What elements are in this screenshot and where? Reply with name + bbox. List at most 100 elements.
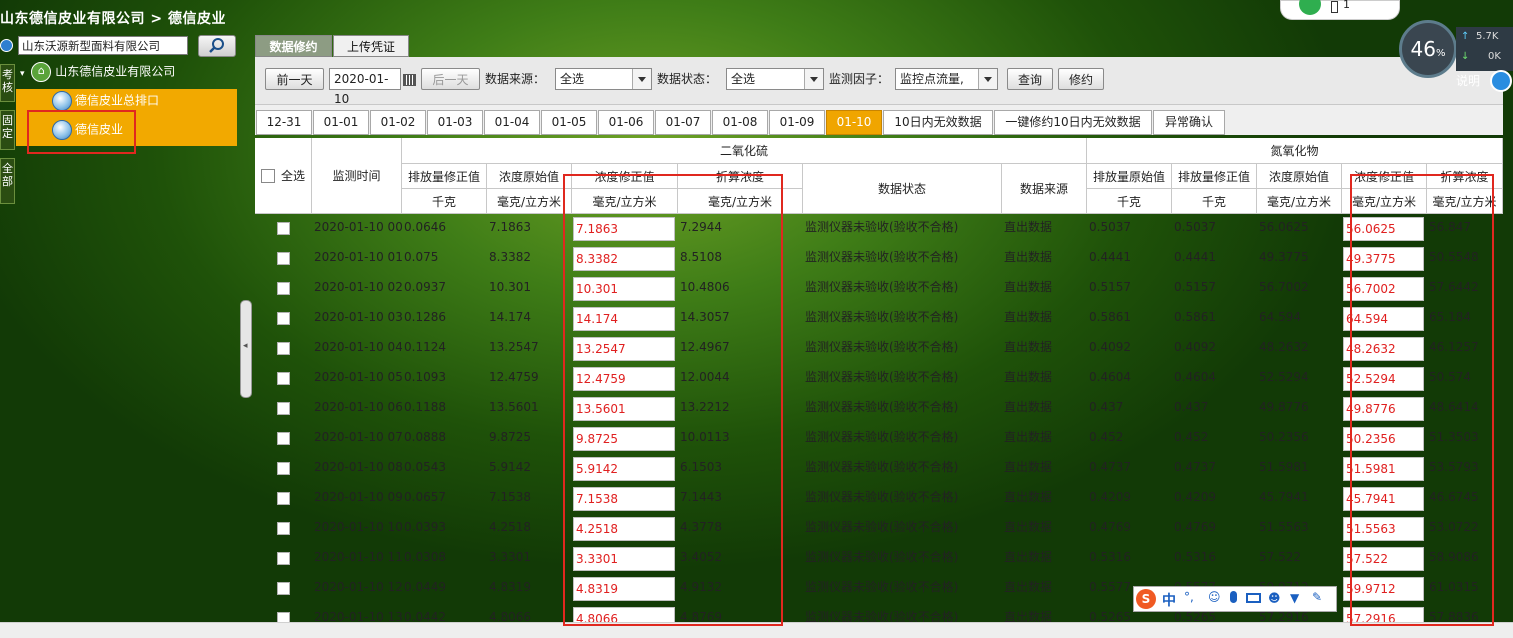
col-time: 监测时间 (312, 138, 402, 214)
table-row[interactable]: 2020-01-10 03 0.1286 14.174 14.174 14.3057 监测… (255, 304, 1503, 334)
source-select[interactable]: 全选 (555, 68, 652, 90)
select-all-cell[interactable]: 全选 (255, 138, 312, 214)
date-button[interactable]: 01-04 (484, 110, 540, 135)
upload-arrow-icon: ↑ (1461, 31, 1470, 42)
conc-raw-cell: 4.8066 (489, 610, 531, 622)
conc-raw-cell: 12.4759 (489, 370, 539, 384)
date-button[interactable]: 01-03 (427, 110, 483, 135)
date-button[interactable]: 01-09 (769, 110, 825, 135)
emoji-icon[interactable]: ☺ (1208, 590, 1221, 604)
collapse-icon[interactable]: ▾ (20, 69, 25, 79)
table-row[interactable]: 2020-01-10 08 0.0543 5.9142 5.9142 6.1503 监测仪… (255, 454, 1503, 484)
tab-upload-proof[interactable]: 上传凭证 (333, 35, 409, 57)
table-row[interactable]: 2020-01-10 09 0.0657 7.1538 7.1538 7.1443 监测仪… (255, 484, 1503, 514)
table-row[interactable]: 2020-01-10 10 0.0393 4.2518 4.2518 4.3778 监测仪… (255, 514, 1503, 544)
emis-fix-cell: 0.0393 (404, 520, 446, 534)
source-label: 数据来源： (485, 72, 546, 86)
next-day-button[interactable]: 后一天 (421, 68, 480, 90)
ime-toolbar[interactable]: S 中 °, ☺ ☻ ▼ ✎ (1133, 586, 1337, 612)
row-checkbox[interactable] (277, 342, 290, 355)
tree-item-outlet[interactable]: 德信皮业总排口 (52, 91, 159, 111)
row-checkbox[interactable] (277, 612, 290, 622)
table-row[interactable]: 2020-01-10 06 0.1188 13.5601 13.5601 13.2212… (255, 394, 1503, 424)
conc-raw-cell: 4.2518 (489, 520, 531, 534)
row-checkbox[interactable] (277, 312, 290, 325)
row-checkbox[interactable] (277, 522, 290, 535)
user-icon[interactable]: ☻ (1268, 591, 1281, 605)
floating-widget[interactable]: 1 (1280, 0, 1400, 20)
company-search-input[interactable]: 山东沃源新型面料有限公司 (18, 36, 188, 55)
date-button[interactable]: 01-01 (313, 110, 369, 135)
time-cell: 2020-01-10 10 (314, 520, 402, 534)
table-row[interactable]: 2020-01-10 04 0.1124 13.2547 13.2547 12.4967… (255, 334, 1503, 364)
side-tab-all[interactable]: 全 部 (0, 158, 15, 204)
punctuation-icon[interactable]: °, (1184, 590, 1194, 604)
row-checkbox[interactable] (277, 222, 290, 235)
emis-raw-cell: 0.5037 (1089, 220, 1131, 234)
date-button[interactable]: 01-05 (541, 110, 597, 135)
conc-raw-cell: 7.1863 (489, 220, 531, 234)
tree-root[interactable]: ▾ ⌂ 山东德信皮业有限公司 (20, 62, 175, 82)
time-cell: 2020-01-10 11 (314, 550, 402, 564)
row-checkbox[interactable] (277, 492, 290, 505)
table-row[interactable]: 2020-01-10 01 0.075 8.3382 8.3382 8.5108 监测仪器… (255, 244, 1503, 274)
wrench-icon[interactable]: ✎ (1312, 590, 1322, 604)
date-button[interactable]: 01-06 (598, 110, 654, 135)
status-select[interactable]: 全选 (726, 68, 824, 90)
date-button[interactable]: 01-08 (712, 110, 768, 135)
row-checkbox[interactable] (277, 252, 290, 265)
row-checkbox[interactable] (277, 462, 290, 475)
panel-collapse-handle[interactable]: ◂ (240, 300, 252, 398)
skin-icon[interactable]: ▼ (1290, 591, 1299, 605)
unit-mg: 毫克/立方米 (1257, 189, 1342, 214)
row-checkbox[interactable] (277, 552, 290, 565)
status-cell: 监测仪器未验收(验收不合格) (805, 340, 959, 354)
table-row[interactable]: 2020-01-10 05 0.1093 12.4759 12.4759 12.0044… (255, 364, 1503, 394)
side-tab-fixed[interactable]: 固 定 (0, 110, 15, 150)
table-row[interactable]: 2020-01-10 02 0.0937 10.301 10.301 10.4806 监测… (255, 274, 1503, 304)
status-cell: 监测仪器未验收(验收不合格) (805, 280, 959, 294)
factor-select[interactable]: 监控点流量, (895, 68, 998, 90)
table-row[interactable]: 2020-01-10 07 0.0888 9.8725 9.8725 10.0113 监测… (255, 424, 1503, 454)
conc-raw-cell: 13.2547 (489, 340, 539, 354)
emis-raw-cell: 0.4604 (1089, 370, 1131, 384)
keyboard-icon[interactable] (1246, 593, 1261, 603)
prev-day-button[interactable]: 前一天 (265, 68, 324, 90)
ime-mode-label[interactable]: 中 (1162, 590, 1176, 610)
date-input[interactable]: 2020-01-10 (329, 68, 401, 106)
time-cell: 2020-01-10 09 (314, 490, 402, 504)
search-button[interactable] (198, 35, 236, 57)
conc-raw-cell: 48.2632 (1259, 340, 1309, 354)
row-checkbox[interactable] (277, 372, 290, 385)
help-icon[interactable] (1490, 70, 1512, 92)
one-click-amend-button[interactable]: 一键修约10日内无效数据 (994, 110, 1152, 135)
invalid-10days-button[interactable]: 10日内无效数据 (883, 110, 993, 135)
page-title: 山东德信皮业有限公司 > 德信皮业 (0, 11, 226, 27)
row-checkbox[interactable] (277, 432, 290, 445)
date-button[interactable]: 01-02 (370, 110, 426, 135)
mic-icon[interactable] (1230, 591, 1237, 603)
emis-fix-cell: 0.437 (1174, 400, 1209, 414)
date-button[interactable]: 01-07 (655, 110, 711, 135)
emis-raw-cell: 0.4737 (1089, 460, 1131, 474)
table-row[interactable]: 2020-01-10 11 0.0308 3.3301 3.3301 3.4052 监测仪… (255, 544, 1503, 574)
side-tab-assess[interactable]: 考 核 (0, 64, 15, 102)
help-label[interactable]: 说明 (1456, 72, 1480, 89)
exception-confirm-button[interactable]: 异常确认 (1153, 110, 1225, 135)
select-all-checkbox[interactable] (260, 168, 275, 183)
date-button[interactable]: 12-31 (256, 110, 312, 135)
amend-button[interactable]: 修约 (1058, 68, 1104, 90)
row-checkbox[interactable] (277, 402, 290, 415)
status-dot-icon (1299, 0, 1321, 15)
query-button[interactable]: 查询 (1007, 68, 1053, 90)
emis-fix-cell: 0.1124 (404, 340, 446, 354)
row-checkbox[interactable] (277, 282, 290, 295)
conc-raw-cell: 51.5563 (1259, 520, 1309, 534)
row-checkbox[interactable] (277, 582, 290, 595)
memory-gauge[interactable]: 46% (1399, 20, 1457, 78)
group-so2: 二氧化硫 (402, 138, 1087, 164)
date-button-selected[interactable]: 01-10 (826, 110, 882, 135)
table-row[interactable]: 2020-01-10 00 0.0646 7.1863 7.1863 7.2944 监测仪… (255, 214, 1503, 244)
calendar-icon[interactable] (403, 74, 416, 86)
tab-data-amend[interactable]: 数据修约 (255, 35, 332, 57)
